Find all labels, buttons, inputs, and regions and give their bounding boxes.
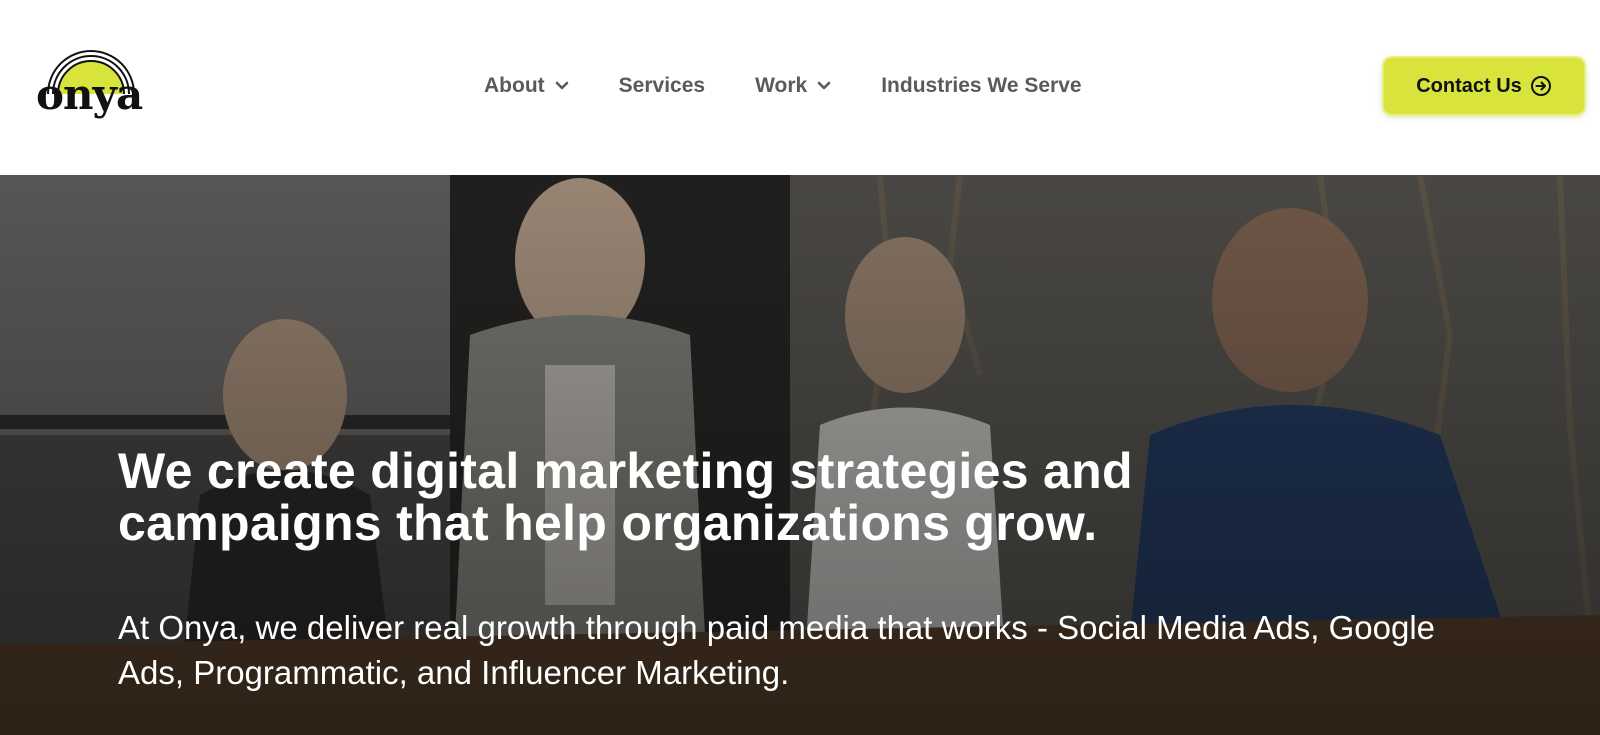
nav-item-industries[interactable]: Industries We Serve: [881, 74, 1081, 98]
contact-us-button[interactable]: Contact Us: [1384, 58, 1584, 114]
nav-item-label: Services: [618, 74, 706, 97]
hero-subtitle: At Onya, we deliver real growth through …: [118, 609, 1436, 691]
chevron-down-icon: [555, 81, 568, 90]
nav-item-label: About: [484, 74, 545, 97]
hero-title-line-2: campaigns that help organizations grow.: [118, 495, 1098, 551]
nav-item-services[interactable]: Services: [619, 74, 705, 98]
nav-item-about[interactable]: About: [484, 74, 569, 98]
nav-item-label: Industries We Serve: [881, 74, 1082, 97]
logo[interactable]: onya: [36, 46, 146, 126]
hero-title-line-1: We create digital marketing strategies a…: [118, 443, 1133, 499]
chevron-down-icon: [817, 81, 831, 90]
hero-title: We create digital marketing strategies a…: [118, 445, 1318, 549]
site-header: onya About Services Work Industries We S…: [0, 0, 1600, 175]
main-nav: About Services Work Industries We Serve: [484, 66, 1082, 106]
nav-item-work[interactable]: Work: [755, 74, 831, 98]
nav-item-label: Work: [755, 74, 808, 97]
arrow-right-circle-icon: [1530, 76, 1551, 96]
contact-us-label: Contact Us: [1416, 74, 1522, 97]
hero-section: We create digital marketing strategies a…: [0, 175, 1600, 735]
logo-wordmark: onya: [36, 70, 143, 119]
